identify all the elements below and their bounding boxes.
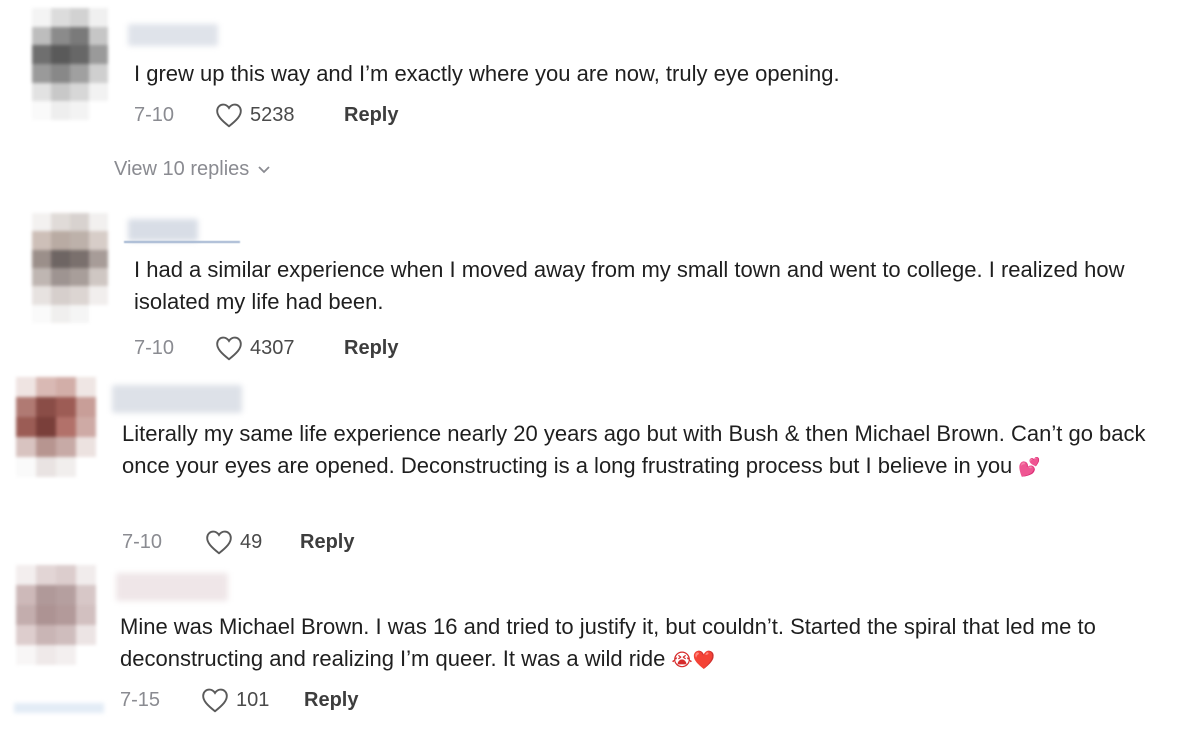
comment-date: 7-10 bbox=[134, 336, 175, 359]
comment-meta: 7-10 5238 Reply bbox=[134, 102, 398, 128]
comment-date: 7-10 bbox=[134, 103, 175, 126]
comment-text: I grew up this way and I’m exactly where… bbox=[134, 61, 840, 86]
comment-item: I had a similar experience when I moved … bbox=[0, 205, 1200, 375]
emoji: 😭❤️ bbox=[671, 650, 715, 670]
view-replies-label: View 10 replies bbox=[114, 158, 250, 180]
comment-item: Literally my same life experience nearly… bbox=[0, 375, 1200, 560]
like-count: 4307 bbox=[250, 336, 295, 359]
like-button[interactable]: 101 bbox=[200, 687, 304, 713]
reply-button[interactable]: Reply bbox=[300, 531, 354, 554]
avatar[interactable] bbox=[32, 213, 108, 323]
like-count: 5238 bbox=[250, 103, 295, 126]
like-count: 101 bbox=[236, 688, 270, 711]
avatar[interactable] bbox=[16, 565, 96, 665]
heart-outline-icon[interactable] bbox=[214, 102, 244, 128]
emoji: 💕 bbox=[1018, 457, 1041, 477]
username[interactable] bbox=[112, 385, 242, 413]
heart-outline-icon[interactable] bbox=[200, 687, 230, 713]
like-button[interactable]: 4307 bbox=[214, 335, 344, 361]
heart-outline-icon[interactable] bbox=[214, 335, 244, 361]
view-replies-button[interactable]: View 10 replies bbox=[114, 158, 271, 181]
comment-item: Mine was Michael Brown. I was 16 and tri… bbox=[0, 565, 1200, 734]
comment-date: 7-10 bbox=[122, 530, 163, 553]
comment-date: 7-15 bbox=[120, 688, 161, 711]
blurred-fragment bbox=[14, 703, 104, 713]
comment-meta: 7-10 49 Reply bbox=[122, 529, 354, 555]
username[interactable] bbox=[128, 219, 198, 241]
avatar[interactable] bbox=[32, 8, 108, 120]
username-underline bbox=[124, 241, 240, 243]
like-button[interactable]: 49 bbox=[204, 529, 300, 555]
chevron-down-icon bbox=[258, 165, 270, 173]
reply-button[interactable]: Reply bbox=[344, 337, 398, 360]
comment-text: Literally my same life experience nearly… bbox=[122, 418, 1182, 483]
comment-text: I had a similar experience when I moved … bbox=[134, 257, 1131, 314]
reply-button[interactable]: Reply bbox=[344, 104, 398, 127]
heart-outline-icon[interactable] bbox=[204, 529, 234, 555]
comment-body: Literally my same life experience nearly… bbox=[122, 421, 1152, 478]
comment-body: Mine was Michael Brown. I was 16 and tri… bbox=[120, 614, 1102, 671]
avatar[interactable] bbox=[16, 377, 96, 477]
username[interactable] bbox=[116, 573, 228, 601]
reply-button[interactable]: Reply bbox=[304, 689, 358, 712]
like-button[interactable]: 5238 bbox=[214, 102, 344, 128]
username[interactable] bbox=[128, 24, 218, 46]
like-count: 49 bbox=[240, 530, 263, 553]
comment-meta: 7-15 101 Reply bbox=[120, 687, 358, 713]
comment-meta: 7-10 4307 Reply bbox=[134, 335, 398, 361]
comment-text: Mine was Michael Brown. I was 16 and tri… bbox=[120, 611, 1180, 676]
comment-item: I grew up this way and I’m exactly where… bbox=[0, 0, 1200, 200]
